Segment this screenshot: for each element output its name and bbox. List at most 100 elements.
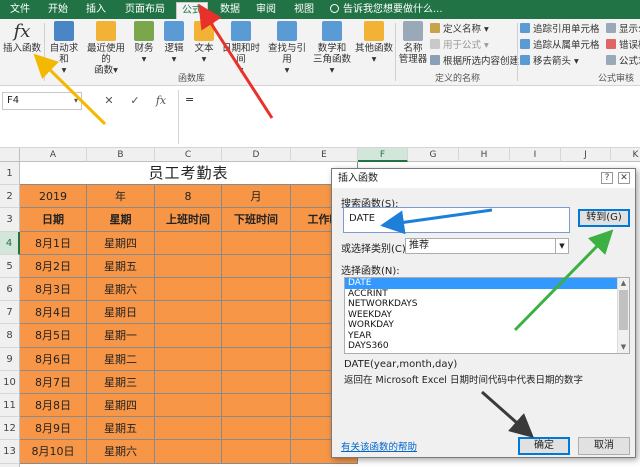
scroll-thumb[interactable] bbox=[619, 290, 628, 330]
column-title-cell[interactable]: 下班时间 bbox=[222, 208, 291, 232]
row-header-3[interactable]: 3 bbox=[0, 208, 20, 232]
function-list-item[interactable]: WORKDAY bbox=[345, 320, 629, 331]
row-header-7[interactable]: 7 bbox=[0, 301, 20, 325]
create-from-selection-button[interactable]: 根据所选内容创建 bbox=[430, 55, 519, 69]
recent-functions-button[interactable]: 最近使用的 函数▾ bbox=[84, 21, 128, 76]
date-time-button[interactable]: 日期和时间 ▾ bbox=[219, 21, 263, 76]
end-time-cell[interactable] bbox=[222, 254, 291, 278]
row-header-14[interactable]: 14 bbox=[0, 463, 20, 467]
column-header-g[interactable]: G bbox=[408, 148, 459, 162]
formula-input[interactable]: = bbox=[178, 90, 640, 144]
tell-me-box[interactable]: 告诉我您想要做什么... bbox=[330, 0, 443, 19]
start-time-cell[interactable] bbox=[155, 231, 222, 255]
date-cell[interactable]: 8月6日 bbox=[20, 347, 87, 371]
date-cell[interactable]: 8月8日 bbox=[20, 394, 87, 418]
ok-button[interactable]: 确定 bbox=[518, 437, 570, 455]
tab-view[interactable]: 视图 bbox=[290, 0, 318, 19]
month-label-cell[interactable]: 月 bbox=[222, 185, 291, 209]
end-time-cell[interactable] bbox=[222, 301, 291, 325]
date-cell[interactable]: 8月10日 bbox=[20, 440, 87, 464]
weekday-cell[interactable]: 星期六 bbox=[87, 278, 155, 302]
column-title-cell[interactable]: 日期 bbox=[20, 208, 87, 232]
end-time-cell[interactable] bbox=[222, 370, 291, 394]
date-cell[interactable]: 8月2日 bbox=[20, 254, 87, 278]
end-time-cell[interactable] bbox=[222, 347, 291, 371]
start-time-cell[interactable] bbox=[155, 324, 222, 348]
end-time-cell[interactable] bbox=[222, 417, 291, 441]
end-time-cell[interactable] bbox=[222, 324, 291, 348]
year-label-cell[interactable]: 年 bbox=[87, 185, 155, 209]
start-time-cell[interactable] bbox=[155, 370, 222, 394]
trace-dependents-button[interactable]: 追踪从属单元格 bbox=[520, 39, 600, 53]
date-cell[interactable]: 8月7日 bbox=[20, 370, 87, 394]
tab-home[interactable]: 开始 bbox=[44, 0, 72, 19]
weekday-cell[interactable]: 星期四 bbox=[87, 394, 155, 418]
column-title-cell[interactable]: 星期 bbox=[87, 208, 155, 232]
column-header-j[interactable]: J bbox=[561, 148, 611, 162]
tab-review[interactable]: 审阅 bbox=[252, 0, 280, 19]
scroll-down-icon[interactable]: ▼ bbox=[618, 342, 629, 353]
cancel-formula-button[interactable]: ✕ bbox=[100, 92, 118, 110]
fx-button[interactable]: fx bbox=[152, 92, 170, 110]
weekday-cell[interactable]: 星期二 bbox=[87, 347, 155, 371]
function-help-link[interactable]: 有关该函数的帮助 bbox=[341, 439, 417, 453]
function-list-item[interactable]: NETWORKDAYS bbox=[345, 299, 629, 310]
tab-page-layout[interactable]: 页面布局 bbox=[122, 0, 168, 19]
close-icon[interactable]: ✕ bbox=[618, 172, 630, 184]
row-header-1[interactable]: 1 bbox=[0, 162, 20, 186]
weekday-cell[interactable]: 星期三 bbox=[87, 370, 155, 394]
column-header-a[interactable]: A bbox=[20, 148, 87, 162]
column-title-cell[interactable]: 上班时间 bbox=[155, 208, 222, 232]
financial-button[interactable]: 财务 ▾ bbox=[130, 21, 158, 71]
help-icon[interactable]: ? bbox=[601, 172, 613, 184]
row-header-6[interactable]: 6 bbox=[0, 278, 20, 302]
start-time-cell[interactable] bbox=[155, 417, 222, 441]
row-header-4[interactable]: 4 bbox=[0, 231, 20, 255]
row-header-9[interactable]: 9 bbox=[0, 347, 20, 371]
function-list-item[interactable]: DATE bbox=[345, 278, 629, 289]
function-list[interactable]: DATE ACCRINT NETWORKDAYS WEEKDAY WORKDAY YEAR… bbox=[344, 277, 630, 354]
row-header-2[interactable]: 2 bbox=[0, 185, 20, 209]
weekday-cell[interactable]: 星期四 bbox=[87, 231, 155, 255]
weekday-cell[interactable]: 星期五 bbox=[87, 417, 155, 441]
date-cell[interactable]: 8月4日 bbox=[20, 301, 87, 325]
end-time-cell[interactable] bbox=[222, 231, 291, 255]
function-list-item[interactable]: ACCRINT bbox=[345, 289, 629, 300]
sheet-title[interactable]: 员工考勤表 bbox=[20, 162, 358, 186]
row-header-12[interactable]: 12 bbox=[0, 417, 20, 441]
column-header-h[interactable]: H bbox=[459, 148, 510, 162]
list-scrollbar[interactable]: ▲ ▼ bbox=[617, 278, 629, 353]
use-in-formula-button[interactable]: 用于公式 ▾ bbox=[430, 39, 489, 53]
tab-formulas[interactable]: 公式 bbox=[176, 2, 208, 19]
start-time-cell[interactable] bbox=[155, 394, 222, 418]
row-header-10[interactable]: 10 bbox=[0, 370, 20, 394]
autosum-button[interactable]: 自动求和 ▾ bbox=[46, 21, 82, 76]
start-time-cell[interactable] bbox=[155, 278, 222, 302]
row-header-11[interactable]: 11 bbox=[0, 394, 20, 418]
remove-arrows-button[interactable]: 移去箭头 ▾ bbox=[520, 55, 579, 69]
end-time-cell[interactable] bbox=[222, 278, 291, 302]
function-list-item[interactable]: WEEKDAY bbox=[345, 310, 629, 321]
start-time-cell[interactable] bbox=[155, 440, 222, 464]
end-time-cell[interactable] bbox=[222, 394, 291, 418]
select-all-corner[interactable] bbox=[0, 148, 20, 162]
row-header-5[interactable]: 5 bbox=[0, 254, 20, 278]
start-time-cell[interactable] bbox=[155, 301, 222, 325]
column-header-f[interactable]: F bbox=[358, 148, 408, 162]
date-cell[interactable]: 8月3日 bbox=[20, 278, 87, 302]
tab-data[interactable]: 数据 bbox=[216, 0, 244, 19]
column-header-k[interactable]: K bbox=[611, 148, 640, 162]
name-manager-button[interactable]: 名称 管理器 bbox=[398, 21, 428, 71]
insert-function-button[interactable]: fx 插入函数 bbox=[2, 21, 42, 71]
weekday-cell[interactable]: 星期五 bbox=[87, 254, 155, 278]
scroll-up-icon[interactable]: ▲ bbox=[618, 278, 629, 289]
column-header-b[interactable]: B bbox=[87, 148, 155, 162]
row-header-13[interactable]: 13 bbox=[0, 440, 20, 464]
start-time-cell[interactable] bbox=[155, 347, 222, 371]
column-header-d[interactable]: D bbox=[222, 148, 291, 162]
date-cell[interactable]: 8月9日 bbox=[20, 417, 87, 441]
logical-button[interactable]: 逻辑 ▾ bbox=[160, 21, 188, 71]
column-header-e[interactable]: E bbox=[291, 148, 358, 162]
category-select[interactable]: 推荐 ▼ bbox=[405, 238, 569, 254]
column-header-i[interactable]: I bbox=[510, 148, 561, 162]
